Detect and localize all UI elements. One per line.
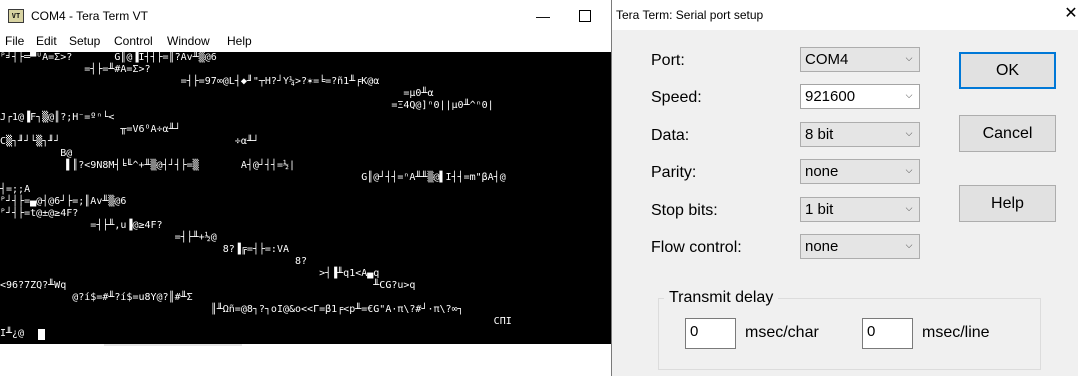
terminal-line: J┌1@▐F┐▒@║?;H⁻=ºⁿ└< xyxy=(0,112,115,123)
port-select[interactable]: COM4 ⌵ xyxy=(800,47,920,72)
terminal-line: =┤├╨,u▐@≥4F? xyxy=(0,220,163,231)
maximize-icon[interactable] xyxy=(579,10,591,22)
terminal-output: ᴾ╛┤├═▀ᵁA=Σ>? G║@▐I┤┤├=║?Av╨▒@6 =┤├=╨#A=Σ… xyxy=(0,52,612,344)
terminal-line: ╥=V6ᴼA÷α╨┘ xyxy=(0,124,181,135)
msec-per-char-input[interactable]: 0 xyxy=(685,318,736,349)
parity-label: Parity: xyxy=(651,164,697,181)
terminal-line: =Ξ4Q@]ⁿ0||μ0╨^ⁿ0| xyxy=(0,100,494,111)
data-select[interactable]: 8 bit ⌵ xyxy=(800,122,920,147)
port-label: Port: xyxy=(651,52,685,69)
menu-help[interactable]: Help xyxy=(227,34,252,48)
speed-label: Speed: xyxy=(651,89,702,106)
terminal-bottom-edge xyxy=(0,344,612,376)
ok-button[interactable]: OK xyxy=(959,52,1056,89)
transmit-delay-legend: Transmit delay xyxy=(664,289,779,307)
terminal-line: 8?▐╔=┤├=:VA xyxy=(0,244,289,255)
menu-control[interactable]: Control xyxy=(114,34,153,48)
terminal-line: =┤├╨+½@ xyxy=(0,232,217,243)
close-icon[interactable]: ✕ xyxy=(1063,5,1078,23)
port-value: COM4 xyxy=(805,51,849,68)
terminal-line: ᴾ╛┤├═▀ᵁA=Σ>? G║@▐I┤┤├=║?Av╨▒@6 xyxy=(0,52,217,63)
terminal-line: G║@┘┤┤=ⁿA╨╨▒@▌I┤┤=m"βA┤@ xyxy=(0,172,506,183)
terminal-line: =┤├=╨#A=Σ>? xyxy=(0,64,151,75)
terminal-line: =μ0╨α xyxy=(0,88,434,99)
terminal-scroll-remnant xyxy=(104,344,242,346)
dialog-title: Tera Term: Serial port setup xyxy=(616,8,764,22)
terminal-line: @?í$=#╨?í$=u8Y@?║#╨Σ xyxy=(0,292,193,303)
chevron-down-icon[interactable]: ⌵ xyxy=(904,53,914,65)
stop-bits-value: 1 bit xyxy=(805,201,834,218)
data-label: Data: xyxy=(651,127,690,144)
stop-bits-label: Stop bits: xyxy=(651,202,718,219)
window-title: COM4 - Tera Term VT xyxy=(31,9,148,23)
data-value: 8 bit xyxy=(805,126,834,143)
flow-control-value: none xyxy=(805,238,839,255)
terminal-titlebar[interactable]: VT COM4 - Tera Term VT — xyxy=(0,0,612,32)
msec-per-line-input[interactable]: 0 xyxy=(862,318,913,349)
terminal-line: <96?7ZQ?╨Wq ╨CG?u>q xyxy=(0,280,416,291)
chevron-down-icon[interactable]: ⌵ xyxy=(904,240,914,252)
chevron-down-icon[interactable]: ⌵ xyxy=(904,90,914,102)
terminal-line: =┤├=97∞@L┤◆╜"┬H?┘Y¼>?✶=╘=?ñ1╨╒K@α xyxy=(0,76,380,87)
flow-control-select[interactable]: none ⌵ xyxy=(800,234,920,259)
menu-edit[interactable]: Edit xyxy=(36,34,57,48)
speed-value: 921600 xyxy=(805,88,856,105)
screen: VT COM4 - Tera Term VT — File Edit Setup… xyxy=(0,0,1078,376)
msec-per-line-unit: msec/line xyxy=(922,324,990,341)
terminal-line: C▒┐╜┘└▒┐╜┘ ÷α╨┘ xyxy=(0,136,259,147)
menu-window[interactable]: Window xyxy=(167,34,210,48)
terminal-line: 8? xyxy=(0,256,308,267)
terminal-line: >┤▐╨q1<A▄q xyxy=(0,268,380,279)
terminal-line: CΠI xyxy=(0,316,512,327)
parity-select[interactable]: none ⌵ xyxy=(800,159,920,184)
terminal-line: ᴾ┘┤├=t@±@≥4F? xyxy=(0,208,79,219)
chevron-down-icon[interactable]: ⌵ xyxy=(904,165,914,177)
terminal-line: ᴾ┘┤├=▄@┤@6┘├=;║Av╨▒@6 xyxy=(0,196,127,207)
dialog-titlebar[interactable]: Tera Term: Serial port setup ✕ xyxy=(612,0,1078,30)
terminal-line: B@ xyxy=(0,148,73,159)
menu-setup[interactable]: Setup xyxy=(69,34,100,48)
stop-bits-select[interactable]: 1 bit ⌵ xyxy=(800,197,920,222)
terminal-line: ║╨Ωñ=@8┐?┐oI@&o<<Γ=β1╒<p╨=€G"A·π\?#┘·π\?… xyxy=(0,304,464,315)
terminal-cursor xyxy=(38,329,45,340)
flow-control-label: Flow control: xyxy=(651,239,742,256)
terminal-window: VT COM4 - Tera Term VT — File Edit Setup… xyxy=(0,0,612,376)
speed-combo[interactable]: 921600 ⌵ xyxy=(800,84,920,109)
menu-bar: File Edit Setup Control Window Help xyxy=(0,32,612,52)
terminal-screen[interactable]: ᴾ╛┤├═▀ᵁA=Σ>? G║@▐I┤┤├=║?Av╨▒@6 =┤├=╨#A=Σ… xyxy=(0,52,612,344)
serial-port-setup-dialog: Tera Term: Serial port setup ✕ Port: COM… xyxy=(611,0,1078,376)
help-button[interactable]: Help xyxy=(959,185,1056,222)
tera-term-icon: VT xyxy=(8,9,24,23)
cancel-button[interactable]: Cancel xyxy=(959,115,1056,152)
chevron-down-icon[interactable]: ⌵ xyxy=(904,128,914,140)
terminal-line: I╨¿@ xyxy=(0,328,25,339)
chevron-down-icon[interactable]: ⌵ xyxy=(904,203,914,215)
minimize-icon[interactable]: — xyxy=(536,8,550,24)
parity-value: none xyxy=(805,163,839,180)
msec-per-char-unit: msec/char xyxy=(745,324,819,341)
terminal-line: ▌║?<9N8M┤╘╙^+╨▒@┤┘┤├=▒ A┤@┘┤┤=½| xyxy=(0,160,296,171)
menu-file[interactable]: File xyxy=(5,34,24,48)
terminal-line: ┤=;;A xyxy=(0,184,31,195)
